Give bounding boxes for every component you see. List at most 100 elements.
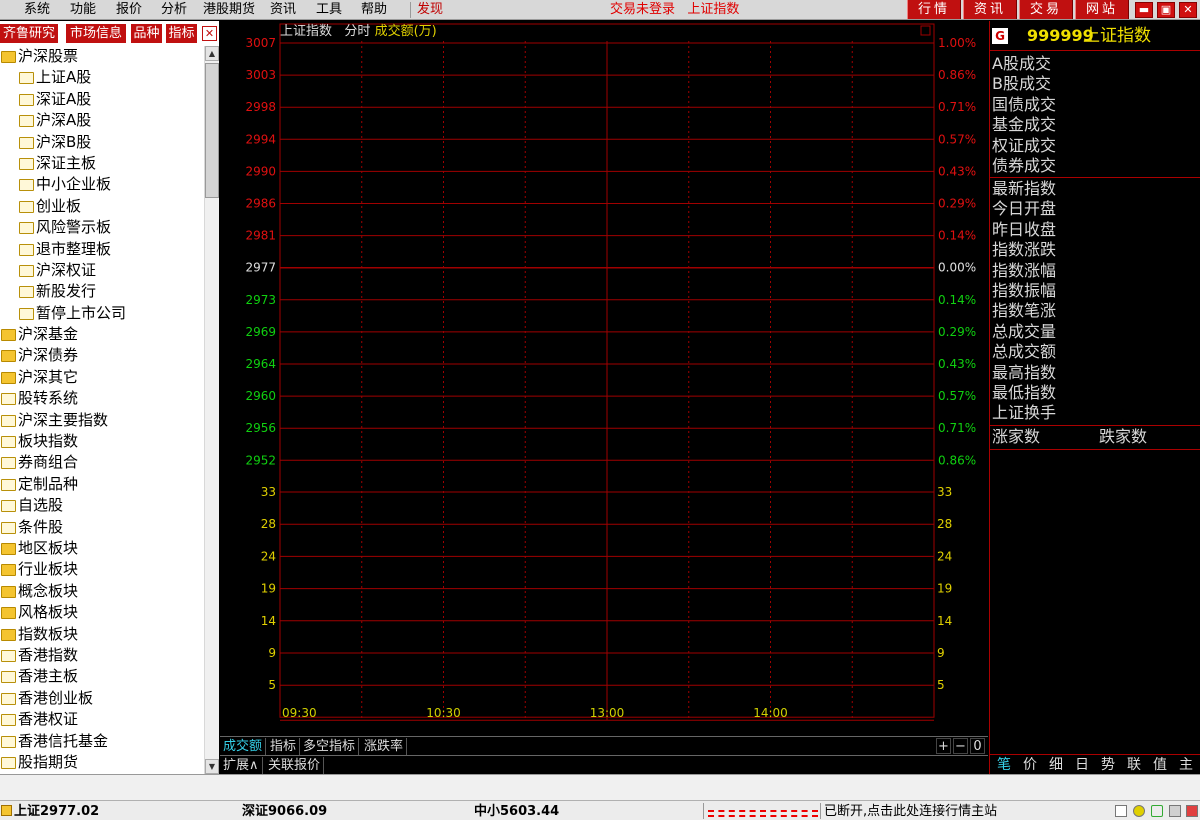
tab-variety[interactable]: 品种 — [131, 24, 162, 43]
tree-item[interactable]: 中小企业板 — [0, 174, 204, 195]
tab-market-info[interactable]: 市场信息 — [66, 24, 126, 43]
tree-item-label: 沪深其它 — [18, 367, 79, 386]
detail-tab[interactable]: 细 — [1044, 757, 1068, 774]
window-icon[interactable] — [1115, 805, 1127, 817]
tree-item[interactable]: 条件股 — [0, 517, 204, 538]
tree-item[interactable]: 地区板块 — [0, 538, 204, 559]
home-icon[interactable] — [1, 805, 12, 816]
tab-indicator[interactable]: 指标 — [166, 24, 197, 43]
tree-item[interactable]: 沪深权证 — [0, 260, 204, 281]
tree-item[interactable]: 退市整理板 — [0, 239, 204, 260]
tree-item[interactable]: 沪深其它 — [0, 367, 204, 388]
website-button[interactable]: 网站 — [1075, 0, 1129, 19]
sh-index-status[interactable]: 上证2977.02 — [14, 804, 99, 820]
connection-message[interactable]: 已断开,点击此处连接行情主站 — [824, 804, 997, 820]
tree-item[interactable]: 沪深A股 — [0, 110, 204, 131]
notify-icon[interactable] — [1133, 805, 1145, 817]
news-button[interactable]: 资讯 — [963, 0, 1017, 19]
index-field-label: 最高指数 — [992, 362, 1057, 382]
menu-discover[interactable]: 发现 — [410, 2, 443, 18]
scroll-up-icon[interactable]: ▲ — [205, 46, 219, 61]
tree-item[interactable]: 暂停上市公司 — [0, 303, 204, 324]
tree-item[interactable]: 香港主板 — [0, 666, 204, 687]
menu-quote[interactable]: 报价 — [116, 2, 142, 18]
tree-item[interactable]: 新股发行 — [0, 281, 204, 302]
price-tick-label: 2998 — [245, 100, 276, 114]
detail-tab[interactable]: 主 — [1174, 757, 1198, 774]
detail-tab[interactable]: 价 — [1018, 757, 1042, 774]
tree-item[interactable]: 板块指数 — [0, 431, 204, 452]
detail-tab[interactable]: 日 — [1070, 757, 1094, 774]
intraday-chart[interactable]: 3007 1.00% 3003 0.86% 2998 0.71% 2994 0.57% 2990… — [220, 21, 988, 736]
detail-tab[interactable]: 联 — [1122, 757, 1146, 774]
percent-tick-label: 0.57% — [938, 389, 976, 403]
tree-item[interactable]: 香港指数 — [0, 645, 204, 666]
menu-function[interactable]: 功能 — [70, 2, 96, 18]
tab-rise-fall-rate[interactable]: 涨跌率 — [361, 738, 408, 755]
tab-indicator-sub[interactable]: 指标 — [267, 738, 301, 755]
signal-icon[interactable] — [1151, 805, 1163, 817]
percent-tick-label: 0.71% — [938, 100, 976, 114]
tree-item[interactable]: 香港权证 — [0, 709, 204, 730]
lock-icon[interactable] — [1169, 805, 1181, 817]
zoom-reset-button[interactable]: 0 — [970, 738, 985, 754]
tree-item[interactable]: 股转系统 — [0, 388, 204, 409]
tree-item[interactable]: 行业板块 — [0, 559, 204, 580]
detail-tab[interactable]: 笔 — [992, 757, 1016, 774]
tree-item[interactable]: 自选股 — [0, 495, 204, 516]
tree-item[interactable]: 沪深债券 — [0, 345, 204, 366]
alert-icon[interactable] — [1186, 805, 1198, 817]
menu-news[interactable]: 资讯 — [270, 2, 296, 18]
tab-long-short[interactable]: 多空指标 — [300, 738, 360, 755]
minimize-icon[interactable]: ▬ — [1135, 2, 1153, 18]
restore-icon[interactable]: ▣ — [1157, 2, 1175, 18]
tree-item[interactable]: 深证主板 — [0, 153, 204, 174]
stock-name: 上证指数 — [1083, 26, 1151, 46]
tree-item[interactable]: 风险警示板 — [0, 217, 204, 238]
tab-turnover[interactable]: 成交额 — [220, 738, 267, 755]
menu-help[interactable]: 帮助 — [361, 2, 387, 18]
folder-icon — [1, 457, 16, 470]
zoom-out-button[interactable]: − — [953, 738, 968, 754]
scroll-down-icon[interactable]: ▼ — [205, 759, 219, 774]
right-panel: G 999999 上证指数 涨家数 跌家数 笔价细日势联值主 A股成交 B股成交国… — [989, 21, 1200, 774]
tree-item[interactable]: 创业板 — [0, 196, 204, 217]
menu-hk-futures[interactable]: 港股期货 — [203, 2, 255, 18]
tree-item[interactable]: 深证A股 — [0, 89, 204, 110]
tab-qilu-research[interactable]: 齐鲁研究 — [0, 24, 58, 43]
tree-item[interactable]: 沪深股票 — [0, 46, 204, 67]
sme-index-status[interactable]: 中小5603.44 — [474, 804, 559, 820]
tree-item[interactable]: 风格板块 — [0, 602, 204, 623]
detail-tab[interactable]: 值 — [1148, 757, 1172, 774]
menu-tools[interactable]: 工具 — [316, 2, 342, 18]
tree-item[interactable]: 香港信托基金 — [0, 731, 204, 752]
tree-item[interactable]: 股指期货 — [0, 752, 204, 773]
time-tick-label: 14:00 — [753, 706, 788, 720]
tab-expand[interactable]: 扩展∧ — [220, 757, 263, 774]
zoom-in-button[interactable]: + — [936, 738, 951, 754]
panel-close-icon[interactable]: ✕ — [202, 26, 217, 41]
tab-related-quote[interactable]: 关联报价 — [265, 757, 325, 774]
chart-period[interactable]: 分时 — [344, 24, 370, 39]
sz-index-status[interactable]: 深证9066.09 — [242, 804, 327, 820]
scroll-thumb[interactable] — [205, 63, 219, 198]
tree-item[interactable]: 沪深基金 — [0, 324, 204, 345]
tree-scrollbar[interactable]: ▲ ▼ — [204, 46, 219, 774]
menu-analysis[interactable]: 分析 — [161, 2, 187, 18]
tree-item[interactable]: 概念板块 — [0, 581, 204, 602]
chart-canvas: 3007 1.00% 3003 0.86% 2998 0.71% 2994 0.57% 2990… — [245, 23, 976, 721]
close-icon[interactable]: ✕ — [1179, 2, 1197, 18]
tree-item[interactable]: 香港创业板 — [0, 688, 204, 709]
tree-item[interactable]: 上证A股 — [0, 67, 204, 88]
tree-item[interactable]: 券商组合 — [0, 452, 204, 473]
menu-system[interactable]: 系统 — [24, 2, 50, 18]
chart-header: 上证指数 分时 成交额(万) — [280, 24, 437, 40]
tree-item[interactable]: 沪深主要指数 — [0, 410, 204, 431]
quote-button[interactable]: 行情 — [907, 0, 961, 19]
tree-item[interactable]: 沪深B股 — [0, 132, 204, 153]
detail-tab[interactable]: 势 — [1096, 757, 1120, 774]
tree-item[interactable]: 定制品种 — [0, 474, 204, 495]
tree-item-label: 创业板 — [36, 196, 82, 215]
tree-item[interactable]: 指数板块 — [0, 624, 204, 645]
trade-button[interactable]: 交易 — [1019, 0, 1073, 19]
